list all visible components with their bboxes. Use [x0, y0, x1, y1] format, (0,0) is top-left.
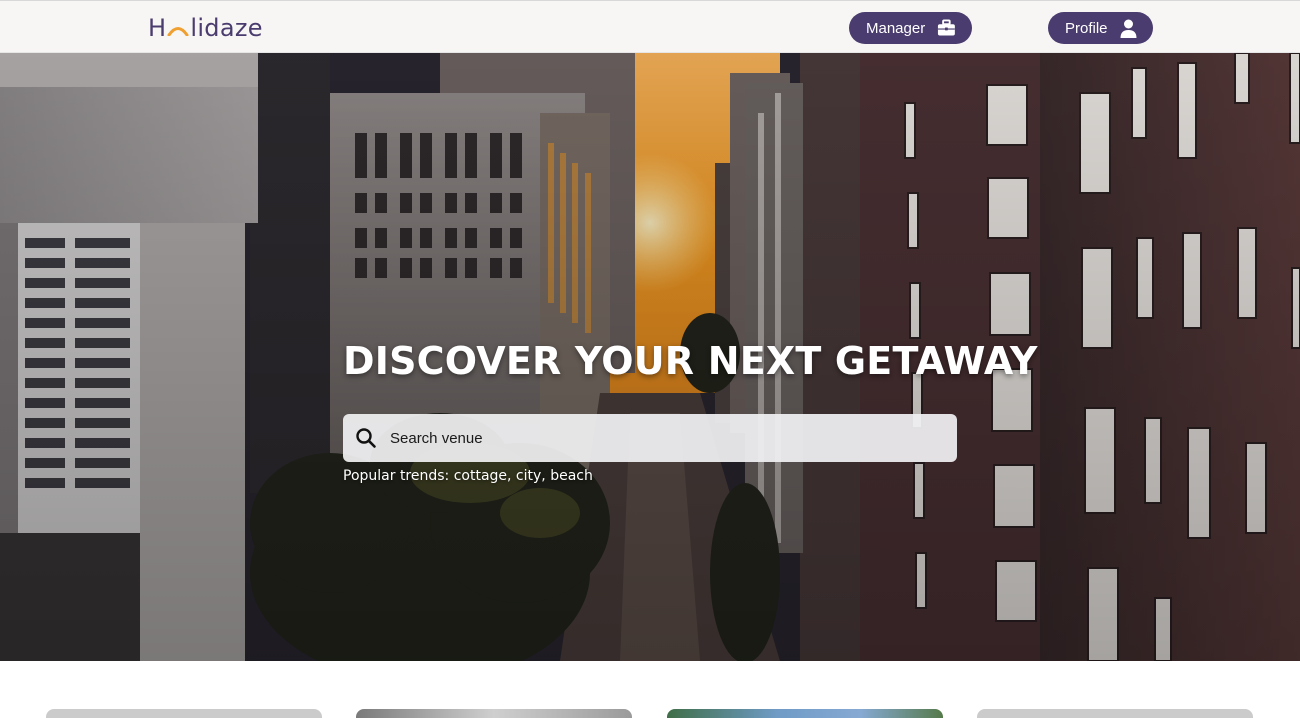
hero-banner: DISCOVER YOUR NEXT GETAWAY Popular trend…: [0, 53, 1300, 661]
logo-text-right: lidaze: [190, 14, 263, 42]
top-navbar: H lidaze Manager Profile: [0, 0, 1300, 53]
logo-text-left: H: [148, 14, 167, 42]
holidaze-logo[interactable]: H lidaze: [148, 11, 263, 45]
venue-search-bar[interactable]: [343, 414, 957, 462]
manager-button[interactable]: Manager: [849, 12, 972, 44]
popular-trends-text: Popular trends: cottage, city, beach: [343, 468, 593, 484]
search-icon[interactable]: [355, 427, 377, 449]
search-input[interactable]: [390, 429, 930, 447]
hero-title: DISCOVER YOUR NEXT GETAWAY: [343, 339, 1038, 383]
profile-button-label: Profile: [1065, 19, 1108, 37]
venue-card[interactable]: [977, 709, 1253, 718]
venue-card[interactable]: [667, 709, 943, 718]
profile-button[interactable]: Profile: [1048, 12, 1153, 44]
manager-button-label: Manager: [866, 19, 926, 37]
venue-card[interactable]: [356, 709, 632, 718]
venue-card[interactable]: [46, 709, 322, 718]
logo-sun-arc-icon: [167, 16, 189, 40]
briefcase-icon: [938, 19, 956, 36]
user-icon: [1120, 19, 1137, 38]
